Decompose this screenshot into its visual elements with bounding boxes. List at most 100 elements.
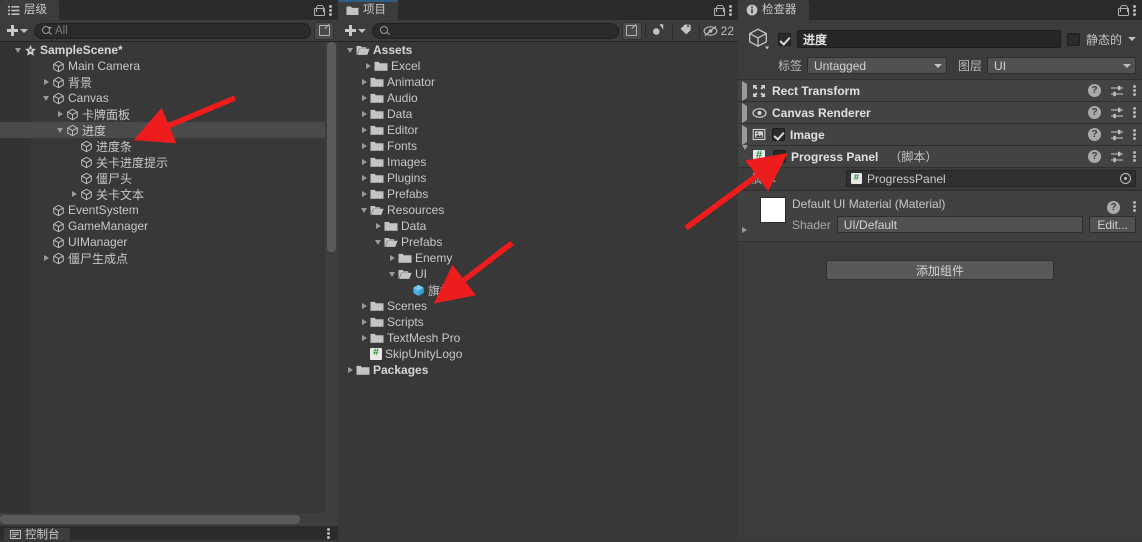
row-foldout[interactable] xyxy=(54,111,66,117)
hierarchy-row[interactable]: 进度 xyxy=(0,122,338,138)
row-foldout[interactable] xyxy=(358,111,370,117)
chevron-right-icon[interactable] xyxy=(361,175,367,181)
chevron-down-icon[interactable] xyxy=(43,95,49,101)
tab-hierarchy[interactable]: 层级 xyxy=(0,0,59,20)
chevron-right-icon[interactable] xyxy=(361,127,367,133)
component-foldout[interactable] xyxy=(742,102,747,123)
chevron-down-icon[interactable] xyxy=(375,239,381,245)
component-menu-icon[interactable] xyxy=(1133,150,1136,163)
row-foldout[interactable] xyxy=(372,223,384,229)
gameobject-enabled-checkbox[interactable] xyxy=(778,32,791,46)
row-foldout[interactable] xyxy=(358,335,370,341)
project-row[interactable]: Animator xyxy=(338,74,738,90)
chevron-right-icon[interactable] xyxy=(742,80,747,101)
project-vertical-scrollbar[interactable] xyxy=(725,42,738,540)
project-row[interactable]: TextMesh Pro xyxy=(338,330,738,346)
chevron-down-icon[interactable] xyxy=(15,47,21,53)
row-foldout[interactable] xyxy=(344,367,356,373)
chevron-right-icon[interactable] xyxy=(375,223,381,229)
row-foldout[interactable] xyxy=(40,95,52,101)
row-foldout[interactable] xyxy=(358,159,370,165)
help-icon[interactable]: ? xyxy=(1088,150,1101,163)
preset-icon[interactable] xyxy=(1110,129,1124,141)
component-enabled-checkbox[interactable] xyxy=(772,128,785,141)
project-row[interactable]: Excel xyxy=(338,58,738,74)
help-icon[interactable]: ? xyxy=(1088,128,1101,141)
hierarchy-search-in-window-button[interactable] xyxy=(314,21,334,40)
preset-icon[interactable] xyxy=(1110,151,1124,163)
tab-project[interactable]: 项目 xyxy=(338,0,398,20)
chevron-right-icon[interactable] xyxy=(365,63,371,69)
filter-by-type-button[interactable] xyxy=(649,22,669,40)
project-row[interactable]: Packages xyxy=(338,362,738,378)
project-row[interactable]: Images xyxy=(338,154,738,170)
hierarchy-row[interactable]: 进度条 xyxy=(0,138,338,154)
component-menu-icon[interactable] xyxy=(1133,128,1136,141)
project-row[interactable]: Scenes xyxy=(338,298,738,314)
filter-by-label-button[interactable] xyxy=(676,22,696,40)
row-foldout[interactable] xyxy=(372,239,384,245)
object-picker-icon[interactable] xyxy=(1120,173,1131,184)
hierarchy-scroll-thumb[interactable] xyxy=(327,42,336,252)
script-object-field[interactable]: # ProgressPanel xyxy=(846,170,1136,187)
console-menu-icon[interactable] xyxy=(327,527,330,540)
row-foldout[interactable] xyxy=(358,207,370,213)
row-foldout[interactable] xyxy=(54,127,66,133)
project-search-in-window-button[interactable] xyxy=(621,21,642,40)
hierarchy-row[interactable]: Canvas xyxy=(0,90,338,106)
project-row[interactable]: Plugins xyxy=(338,170,738,186)
chevron-right-icon[interactable] xyxy=(361,79,367,85)
project-row[interactable]: Assets xyxy=(338,42,738,58)
chevron-right-icon[interactable] xyxy=(71,191,77,197)
project-search-input[interactable] xyxy=(372,22,619,39)
component-header-rect-transform[interactable]: Rect Transform? xyxy=(738,80,1142,102)
hierarchy-row[interactable]: 关卡文本 xyxy=(0,186,338,202)
row-foldout[interactable] xyxy=(358,175,370,181)
row-foldout[interactable] xyxy=(358,95,370,101)
chevron-right-icon[interactable] xyxy=(361,95,367,101)
create-asset-button[interactable] xyxy=(342,25,369,36)
project-row[interactable]: Resources xyxy=(338,202,738,218)
chevron-right-icon[interactable] xyxy=(742,102,747,123)
hierarchy-menu-icon[interactable] xyxy=(329,4,332,17)
chevron-down-icon[interactable] xyxy=(361,207,367,213)
hierarchy-row[interactable]: 僵尸头 xyxy=(0,170,338,186)
project-row[interactable]: Audio xyxy=(338,90,738,106)
project-row[interactable]: Editor xyxy=(338,122,738,138)
row-foldout[interactable] xyxy=(358,143,370,149)
inspector-lock-icon[interactable] xyxy=(1118,4,1129,16)
chevron-down-icon[interactable] xyxy=(389,271,395,277)
hierarchy-search-input[interactable]: All xyxy=(34,22,311,39)
component-header-image[interactable]: Image? xyxy=(738,124,1142,146)
hierarchy-row[interactable]: 背景 xyxy=(0,74,338,90)
chevron-down-icon[interactable] xyxy=(57,127,63,133)
tab-inspector[interactable]: 检查器 xyxy=(738,0,809,20)
help-icon[interactable]: ? xyxy=(1088,106,1101,119)
project-row[interactable]: 旗帜 xyxy=(338,282,738,298)
chevron-right-icon[interactable] xyxy=(347,367,353,373)
lock-icon[interactable] xyxy=(314,4,325,16)
project-row[interactable]: Scripts xyxy=(338,314,738,330)
component-enabled-checkbox[interactable] xyxy=(773,150,786,163)
chevron-right-icon[interactable] xyxy=(742,124,747,145)
material-foldout[interactable] xyxy=(742,197,754,235)
hierarchy-row[interactable]: 卡牌面板 xyxy=(0,106,338,122)
component-foldout[interactable] xyxy=(742,144,748,164)
hierarchy-vertical-scrollbar[interactable] xyxy=(325,42,338,526)
row-foldout[interactable] xyxy=(12,47,24,53)
project-row[interactable]: Fonts xyxy=(338,138,738,154)
hierarchy-row[interactable]: 僵尸生成点 xyxy=(0,250,338,266)
tag-dropdown[interactable]: Untagged xyxy=(807,57,948,74)
hierarchy-row[interactable]: GameManager xyxy=(0,218,338,234)
component-menu-icon[interactable] xyxy=(1133,84,1136,97)
shader-edit-button[interactable]: Edit... xyxy=(1089,216,1136,233)
hierarchy-row[interactable]: 关卡进度提示 xyxy=(0,154,338,170)
chevron-right-icon[interactable] xyxy=(361,111,367,117)
material-menu-icon[interactable] xyxy=(1133,200,1136,213)
row-foldout[interactable] xyxy=(358,79,370,85)
create-gameobject-button[interactable] xyxy=(4,25,31,36)
tab-console[interactable]: 控制台 xyxy=(4,528,70,541)
project-row[interactable]: Enemy xyxy=(338,250,738,266)
chevron-right-icon[interactable] xyxy=(361,319,367,325)
chevron-right-icon[interactable] xyxy=(361,303,367,309)
